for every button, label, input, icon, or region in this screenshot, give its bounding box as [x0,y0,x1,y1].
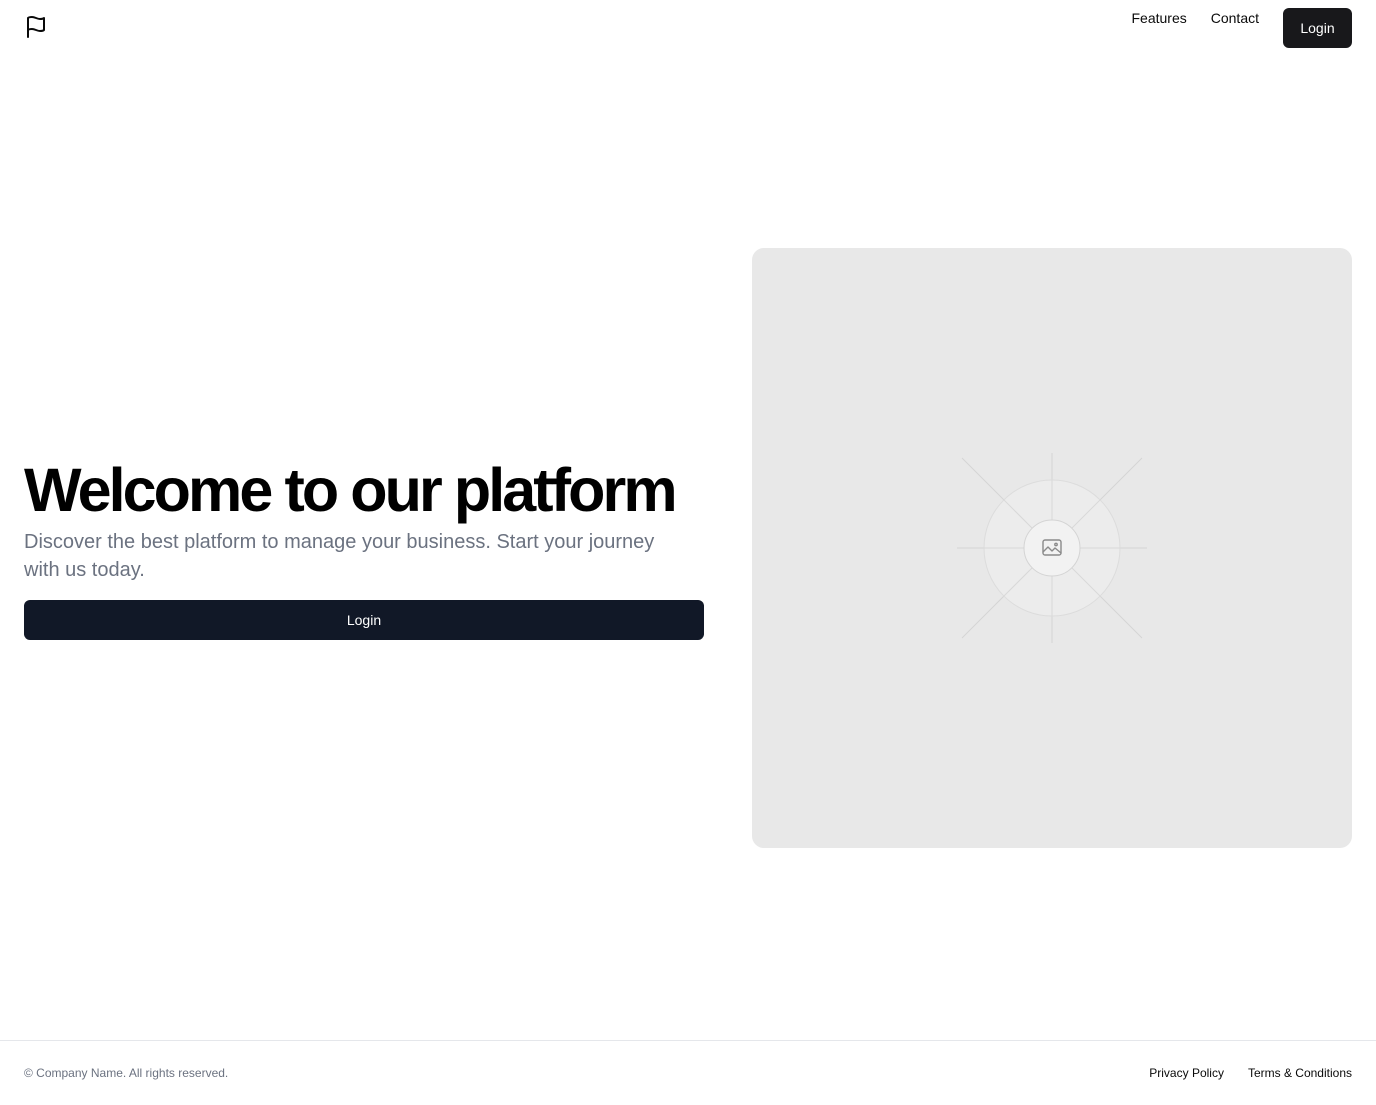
hero-content: Welcome to our platform Discover the bes… [24,454,704,640]
copyright-text: © Company Name. All rights reserved. [24,1066,229,1080]
hero-image-placeholder [752,248,1352,848]
hero-title: Welcome to our platform [24,456,678,524]
hero-login-button[interactable]: Login [24,600,704,640]
footer-links: Privacy Policy Terms & Conditions [1125,1065,1352,1081]
main-nav: Features Contact Login [1132,8,1352,48]
hero-subtitle: Discover the best platform to manage you… [24,531,655,581]
site-header: Features Contact Login [0,0,1376,56]
nav-link-features[interactable]: Features [1132,8,1187,28]
flag-icon[interactable] [24,15,48,39]
nav-link-contact[interactable]: Contact [1211,8,1259,28]
image-placeholder-icon [957,453,1147,643]
header-login-button[interactable]: Login [1283,8,1352,48]
privacy-policy-link[interactable]: Privacy Policy [1149,1065,1224,1081]
site-footer: © Company Name. All rights reserved. Pri… [0,1040,1376,1105]
terms-link[interactable]: Terms & Conditions [1248,1065,1352,1081]
landing-page: Features Contact Login Welcome to our pl… [0,0,1376,1105]
